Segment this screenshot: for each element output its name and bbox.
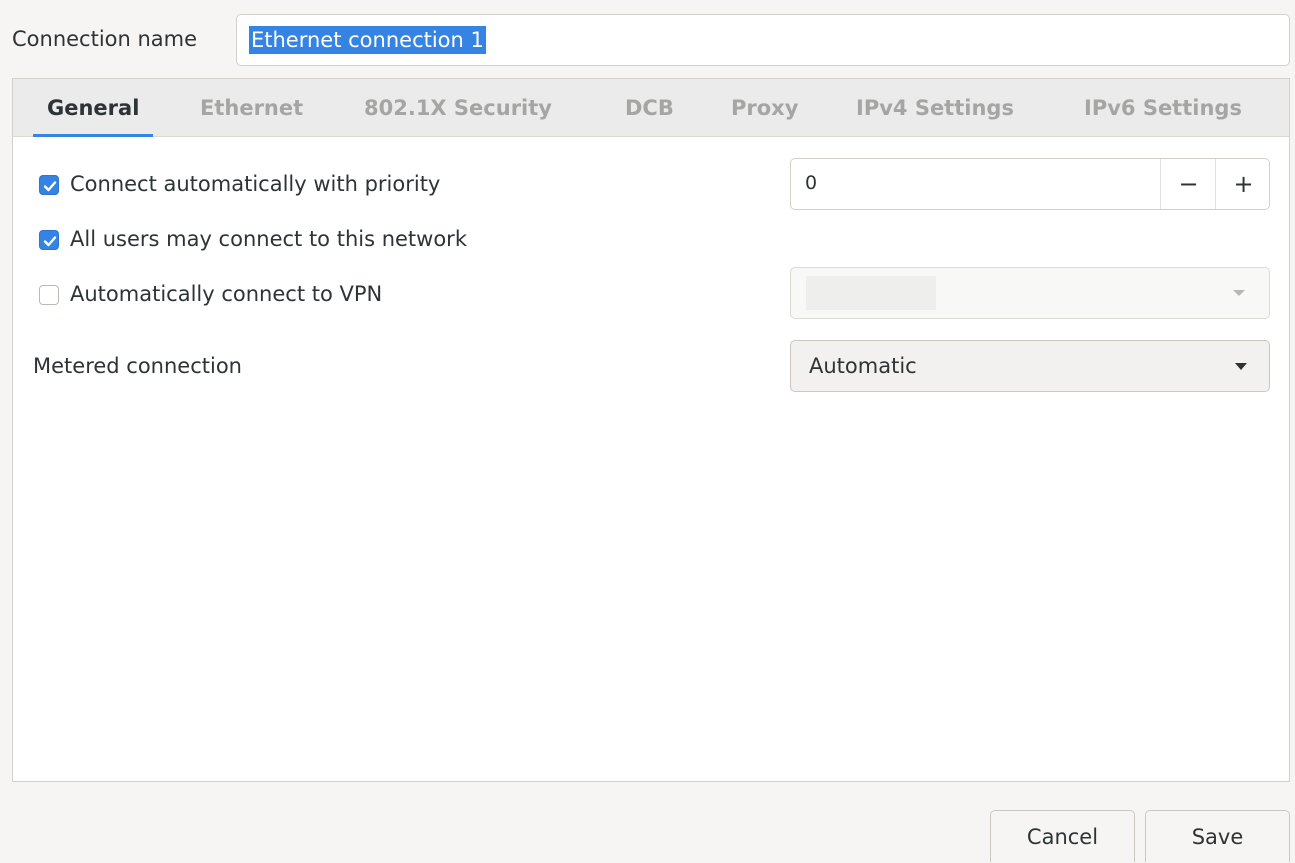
priority-increment-button[interactable]: + xyxy=(1215,159,1271,209)
auto-vpn-checkbox[interactable] xyxy=(39,285,59,305)
connection-name-label: Connection name xyxy=(12,27,198,51)
tab-proxy[interactable]: Proxy xyxy=(731,79,798,137)
auto-connect-label[interactable]: Connect automatically with priority xyxy=(70,172,440,196)
vpn-select-value xyxy=(806,276,936,310)
priority-decrement-button[interactable]: − xyxy=(1160,159,1216,209)
priority-value: 0 xyxy=(805,172,818,194)
all-users-checkbox[interactable] xyxy=(39,230,59,250)
metered-connection-label: Metered connection xyxy=(33,354,242,378)
priority-spinbutton[interactable]: 0 − + xyxy=(790,158,1270,210)
check-icon xyxy=(43,181,57,192)
connection-name-row: Connection name Ethernet connection 1 xyxy=(0,0,1295,80)
tab-ipv6-settings[interactable]: IPv6 Settings xyxy=(1084,79,1242,137)
metered-connection-value: Automatic xyxy=(809,354,917,378)
auto-vpn-label[interactable]: Automatically connect to VPN xyxy=(70,282,382,306)
auto-connect-checkbox[interactable] xyxy=(39,175,59,195)
chevron-down-icon xyxy=(1233,290,1245,296)
check-icon xyxy=(43,236,57,247)
tab-802-1x-security[interactable]: 802.1X Security xyxy=(364,79,552,137)
metered-connection-select[interactable]: Automatic xyxy=(790,340,1270,392)
connection-name-input[interactable]: Ethernet connection 1 xyxy=(236,14,1290,66)
chevron-down-icon xyxy=(1235,363,1247,370)
tab-dcb[interactable]: DCB xyxy=(625,79,674,137)
tab-ethernet[interactable]: Ethernet xyxy=(200,79,303,137)
tab-general[interactable]: General xyxy=(32,79,154,137)
cancel-button[interactable]: Cancel xyxy=(990,810,1135,862)
save-button[interactable]: Save xyxy=(1145,810,1290,862)
connection-name-value: Ethernet connection 1 xyxy=(249,26,486,54)
vpn-select xyxy=(790,267,1270,319)
tab-bar: General Ethernet 802.1X Security DCB Pro… xyxy=(13,79,1289,137)
all-users-label[interactable]: All users may connect to this network xyxy=(70,227,467,251)
tab-ipv4-settings[interactable]: IPv4 Settings xyxy=(856,79,1014,137)
